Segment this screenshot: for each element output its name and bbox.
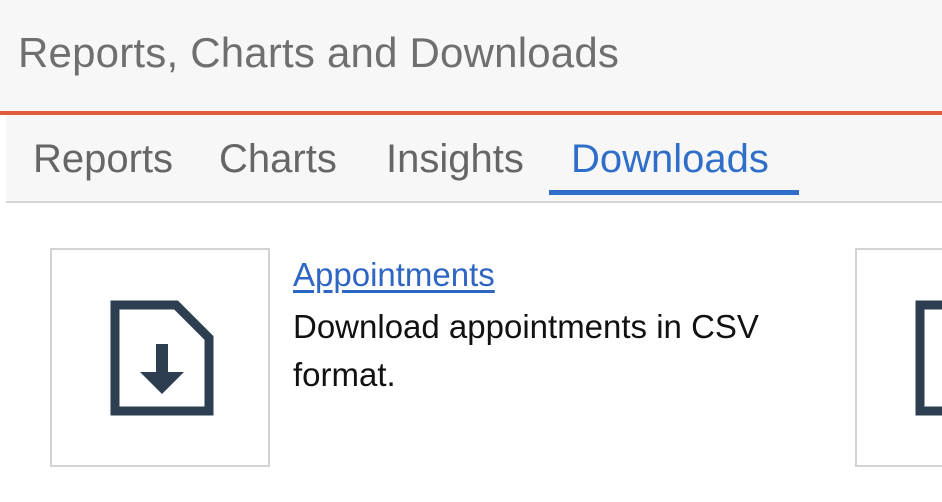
tab-reports[interactable]: Reports [33,115,173,195]
tab-bar: Reports Charts Insights Downloads [6,115,942,203]
tab-charts[interactable]: Charts [219,115,337,195]
active-tab-indicator [549,190,799,195]
appointments-download-icon-box[interactable] [50,248,270,467]
tab-insights[interactable]: Insights [386,115,524,195]
tab-downloads[interactable]: Downloads [571,115,769,195]
file-download-icon [110,300,214,416]
file-download-icon [915,300,942,416]
page-title: Reports, Charts and Downloads [18,29,620,76]
appointments-download-link[interactable]: Appointments [293,256,495,294]
appointments-description: Download appointments in CSV format. [293,308,759,393]
next-download-icon-box[interactable] [855,248,942,467]
page-header: Reports, Charts and Downloads [0,0,942,115]
